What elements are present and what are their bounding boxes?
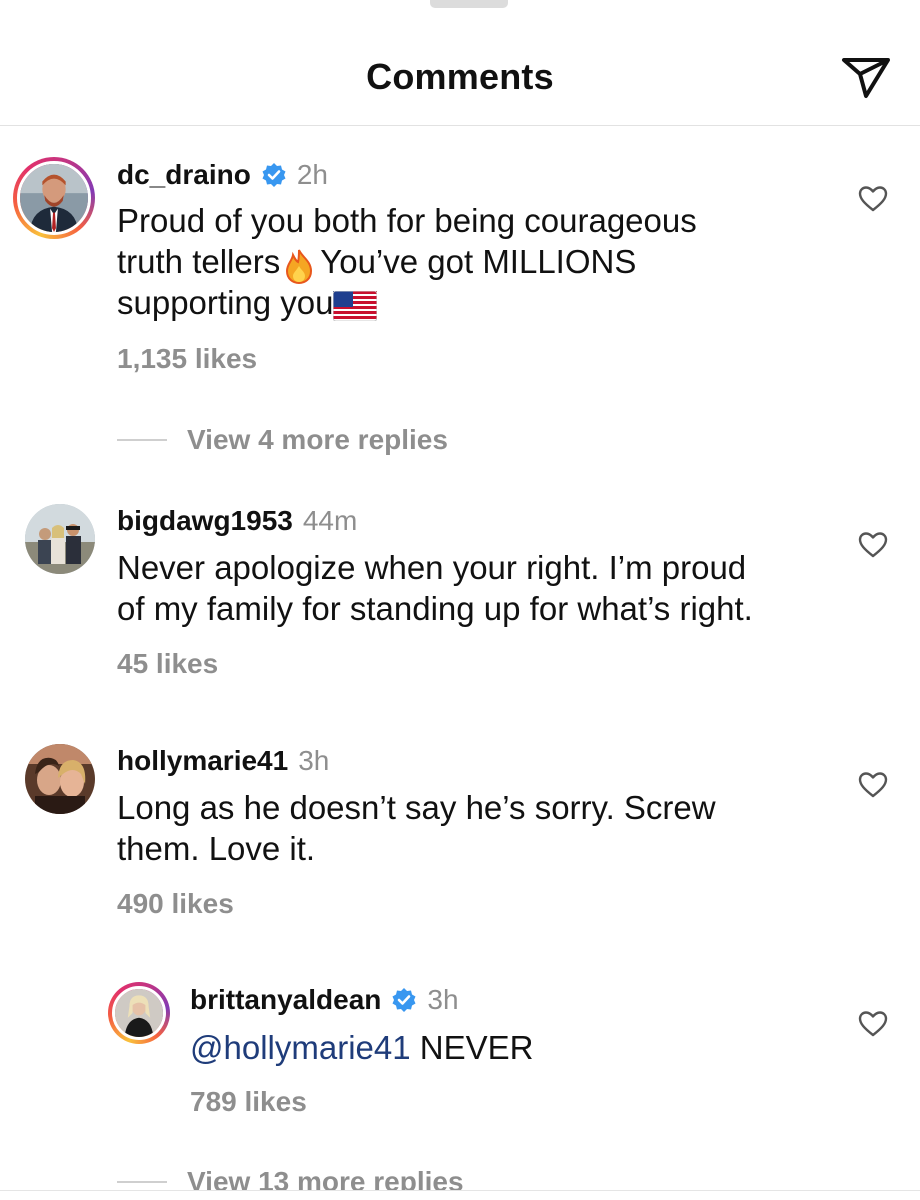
avatar[interactable]	[108, 982, 170, 1044]
timestamp: 2h	[296, 159, 328, 190]
username[interactable]: hollymarie41	[117, 745, 288, 777]
comment-text: Never apologize when your right. I’m pro…	[117, 547, 837, 629]
timestamp: 3h	[427, 984, 459, 1015]
comment-text-fragment: supporting you	[117, 284, 334, 321]
heart-icon[interactable]	[858, 185, 888, 213]
avatar[interactable]	[13, 157, 95, 239]
mention-link[interactable]: @hollymarie41	[190, 1029, 411, 1066]
comment-text-line: of my family for standing up for what’s …	[117, 590, 753, 627]
verified-badge-icon	[262, 163, 286, 187]
timestamp: 44m	[302, 505, 358, 536]
likes-count[interactable]: 789 likes	[190, 1086, 307, 1118]
comment-text-line: Proud of you both for being courageous	[117, 202, 697, 239]
comments-header: Comments	[0, 0, 920, 126]
replies-divider	[117, 1181, 167, 1183]
likes-count[interactable]: 490 likes	[117, 888, 234, 920]
comment-text: Long as he doesn’t say he’s sorry. Screw…	[117, 787, 837, 869]
username[interactable]: bigdawg1953	[117, 505, 293, 537]
heart-icon[interactable]	[858, 1010, 888, 1038]
username[interactable]: brittanyaldean	[190, 984, 381, 1016]
timestamp: 3h	[298, 745, 330, 776]
view-replies-label: View 4 more replies	[187, 424, 448, 455]
fire-emoji-icon	[286, 249, 313, 285]
avatar[interactable]	[25, 744, 95, 814]
likes-count[interactable]: 45 likes	[117, 648, 218, 680]
comment-text: @hollymarie41 NEVER	[190, 1027, 830, 1068]
comment-meta: bigdawg1953 44m	[117, 505, 357, 537]
paper-plane-icon[interactable]	[840, 54, 892, 100]
comment-text-line: truth tellers You’ve got MILLIONS	[117, 241, 817, 285]
avatar-photo	[25, 504, 95, 574]
replies-divider	[117, 439, 167, 441]
page-title: Comments	[366, 56, 554, 97]
username[interactable]: dc_draino	[117, 159, 251, 191]
comment-text-line: them. Love it.	[117, 830, 316, 867]
us-flag-emoji-icon	[333, 291, 378, 322]
avatar[interactable]	[25, 504, 95, 574]
comment-text-line: Long as he doesn’t say he’s sorry. Screw	[117, 789, 716, 826]
heart-icon[interactable]	[858, 531, 888, 559]
comment-text-line: Never apologize when your right. I’m pro…	[117, 549, 747, 586]
heart-icon[interactable]	[858, 771, 888, 799]
comment-text-fragment: NEVER	[419, 1029, 534, 1066]
comment-meta: brittanyaldean 3h	[190, 984, 459, 1016]
comment-text: Proud of you both for being courageous t…	[117, 200, 817, 323]
view-replies-button[interactable]: View 4 more replies	[117, 424, 448, 456]
likes-count[interactable]: 1,135 likes	[117, 343, 257, 375]
comment-input-bar-edge	[0, 1190, 920, 1200]
avatar-photo	[115, 989, 163, 1037]
comment-meta: dc_draino 2h	[117, 159, 328, 191]
comment-text-line: supporting you	[117, 282, 817, 323]
verified-badge-icon	[392, 988, 416, 1012]
avatar-photo	[20, 164, 88, 232]
comment-text-fragment: You’ve got MILLIONS	[320, 243, 637, 280]
comment-text-fragment: truth tellers	[117, 243, 281, 280]
avatar-photo	[25, 744, 95, 814]
comment-meta: hollymarie41 3h	[117, 745, 329, 777]
